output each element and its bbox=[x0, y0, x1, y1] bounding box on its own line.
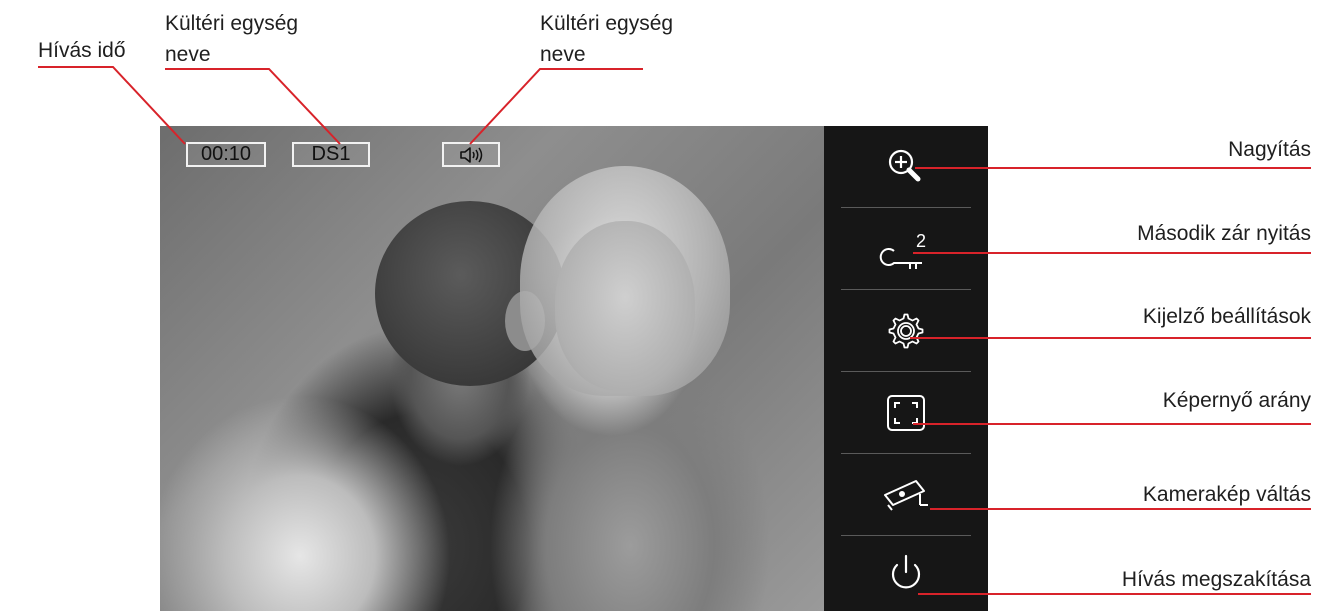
power-icon bbox=[891, 554, 921, 588]
label-zoom: Nagyítás bbox=[1228, 138, 1311, 161]
label-outdoor-unit-name-2-line2: neve bbox=[540, 43, 586, 66]
zoom-button[interactable] bbox=[824, 126, 988, 208]
speaker-status bbox=[442, 142, 500, 167]
label-camera-switch: Kamerakép váltás bbox=[1142, 483, 1311, 506]
label-call-time: Hívás idő bbox=[38, 39, 126, 62]
label-outdoor-unit-name-2-line1: Kültéri egység bbox=[540, 12, 674, 35]
zoom-in-icon bbox=[888, 149, 921, 182]
second-lock-button[interactable]: 2 bbox=[824, 208, 988, 290]
speaker-icon bbox=[460, 146, 483, 163]
key-icon: 2 bbox=[879, 231, 926, 269]
key-badge: 2 bbox=[916, 231, 926, 251]
label-outdoor-unit-name-1-line2: neve bbox=[165, 43, 211, 66]
label-hang-up: Hívás megszakítása bbox=[1121, 568, 1311, 591]
call-timer: 00:10 bbox=[186, 142, 266, 167]
label-outdoor-unit-name-1-line1: Kültéri egység bbox=[165, 12, 299, 35]
label-second-lock: Második zár nyitás bbox=[1137, 222, 1311, 245]
camera-switch-button[interactable] bbox=[824, 454, 988, 536]
hang-up-button[interactable] bbox=[824, 536, 988, 611]
intercom-screen: 00:10 DS1 2 bbox=[160, 126, 988, 611]
control-panel: 2 bbox=[824, 126, 988, 611]
label-display-settings: Kijelző beállítások bbox=[1142, 305, 1311, 328]
video-subject-girl-face bbox=[555, 221, 695, 391]
aspect-ratio-button[interactable] bbox=[824, 372, 988, 454]
aspect-ratio-icon bbox=[887, 395, 925, 431]
label-aspect-ratio: Képernyő arány bbox=[1162, 389, 1311, 412]
outdoor-unit-name: DS1 bbox=[292, 142, 370, 167]
camera-video-feed bbox=[160, 126, 824, 611]
gear-icon bbox=[888, 313, 924, 349]
camera-switch-icon bbox=[884, 480, 928, 511]
display-settings-button[interactable] bbox=[824, 290, 988, 372]
